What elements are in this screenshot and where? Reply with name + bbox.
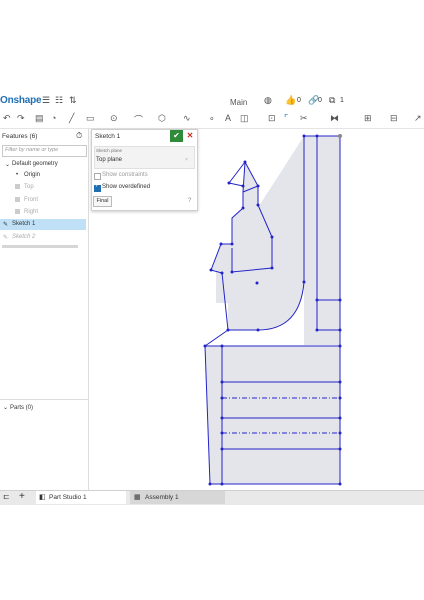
like-icon[interactable]: 👍: [285, 95, 296, 106]
undo-icon[interactable]: ↶: [3, 113, 11, 124]
globe-icon[interactable]: ◍: [264, 95, 272, 106]
sketch-region-lower[interactable]: [205, 346, 340, 484]
sketch-plane-label: Sketch plane: [96, 148, 123, 153]
plane-icon: [15, 197, 20, 202]
accept-button[interactable]: ✔: [170, 130, 183, 142]
list-icon[interactable]: ☷: [55, 95, 63, 106]
checkmark-icon: ✓: [95, 183, 100, 189]
plane-icon: [15, 184, 20, 189]
default-geometry-item[interactable]: Default geometry: [12, 161, 58, 167]
circle-icon[interactable]: ⊙: [110, 113, 118, 124]
plane-icon: [15, 209, 20, 214]
arc-icon[interactable]: ⌒: [134, 113, 143, 126]
top-plane-item[interactable]: Top: [24, 184, 34, 190]
variables-icon[interactable]: ⇅: [69, 95, 77, 106]
divider: [0, 399, 88, 400]
sketch-plane-value: Top plane: [96, 157, 123, 163]
part-studio-label: Part Studio 1: [49, 494, 87, 501]
pencil-icon: ✎: [3, 235, 9, 241]
trim-icon[interactable]: ✂: [300, 113, 308, 124]
pencil-icon: ✎: [3, 222, 9, 228]
redo-icon[interactable]: ↷: [17, 113, 25, 124]
rollback-timer-icon[interactable]: ⏱: [76, 131, 82, 141]
chevron-down-icon[interactable]: ⌄: [5, 161, 10, 168]
assembly-label: Assembly 1: [145, 494, 179, 501]
polygon-icon[interactable]: ⬡: [158, 113, 166, 124]
rectangle-icon[interactable]: ▭: [86, 113, 95, 124]
part-studio-icon: ◧: [39, 494, 46, 501]
mirror-icon[interactable]: ⧓: [330, 113, 339, 124]
construction-icon[interactable]: ◫: [240, 113, 249, 124]
sketch-canvas[interactable]: [190, 128, 350, 490]
feature-list-panel: [0, 129, 89, 490]
sketch-region-upper[interactable]: [211, 136, 340, 345]
onshape-logo[interactable]: Onshape: [0, 95, 42, 106]
right-plane-item[interactable]: Right: [24, 209, 38, 215]
assembly-icon: ▦: [134, 494, 141, 501]
final-button[interactable]: Final: [93, 196, 112, 207]
link-count: 0: [318, 97, 322, 104]
menu-icon[interactable]: ☰: [42, 95, 50, 106]
copy-count: 1: [340, 97, 344, 104]
dialog-title: Sketch 1: [95, 133, 121, 140]
table-icon[interactable]: ▤: [35, 113, 44, 124]
filter-placeholder: Filter by name or type: [5, 147, 59, 153]
features-title: Features (6): [2, 133, 38, 140]
point-icon[interactable]: ∘: [209, 113, 215, 124]
copy-icon[interactable]: ⧉: [329, 95, 335, 106]
like-count: 0: [297, 97, 301, 104]
rollback-bar[interactable]: [2, 245, 78, 248]
tab-manager-icon[interactable]: ⊏: [3, 492, 10, 501]
show-constraints-checkbox[interactable]: [94, 173, 101, 180]
front-plane-item[interactable]: Front: [24, 197, 38, 203]
pattern-icon[interactable]: ⊞: [364, 113, 372, 124]
show-overdefined-label: Show overdefined: [102, 184, 151, 190]
top-bar: [0, 92, 424, 110]
sketch1-item[interactable]: Sketch 1: [12, 221, 35, 227]
dimension-icon[interactable]: ⊟: [390, 113, 398, 124]
chevron-down-icon[interactable]: ⌄: [3, 404, 8, 411]
text-icon[interactable]: A: [225, 113, 231, 123]
line-icon[interactable]: ╱: [69, 113, 74, 124]
parts-item[interactable]: Parts (0): [10, 405, 33, 411]
origin-item[interactable]: Origin: [24, 172, 40, 178]
clear-icon[interactable]: ×: [185, 157, 188, 163]
show-constraints-label: Show constraints: [102, 172, 148, 178]
offset-icon[interactable]: ⊡: [268, 113, 276, 124]
workspace-label[interactable]: Main: [230, 98, 247, 107]
add-tab-icon[interactable]: +: [19, 491, 25, 502]
fillet-icon[interactable]: ⌜: [284, 113, 288, 124]
more-tools-icon[interactable]: ↗: [414, 113, 422, 124]
sketch-icon[interactable]: ◔: [51, 113, 56, 123]
spline-icon[interactable]: ∿: [183, 113, 191, 124]
sketch2-item[interactable]: Sketch 2: [12, 234, 35, 240]
origin-dot-icon: •: [16, 172, 19, 178]
